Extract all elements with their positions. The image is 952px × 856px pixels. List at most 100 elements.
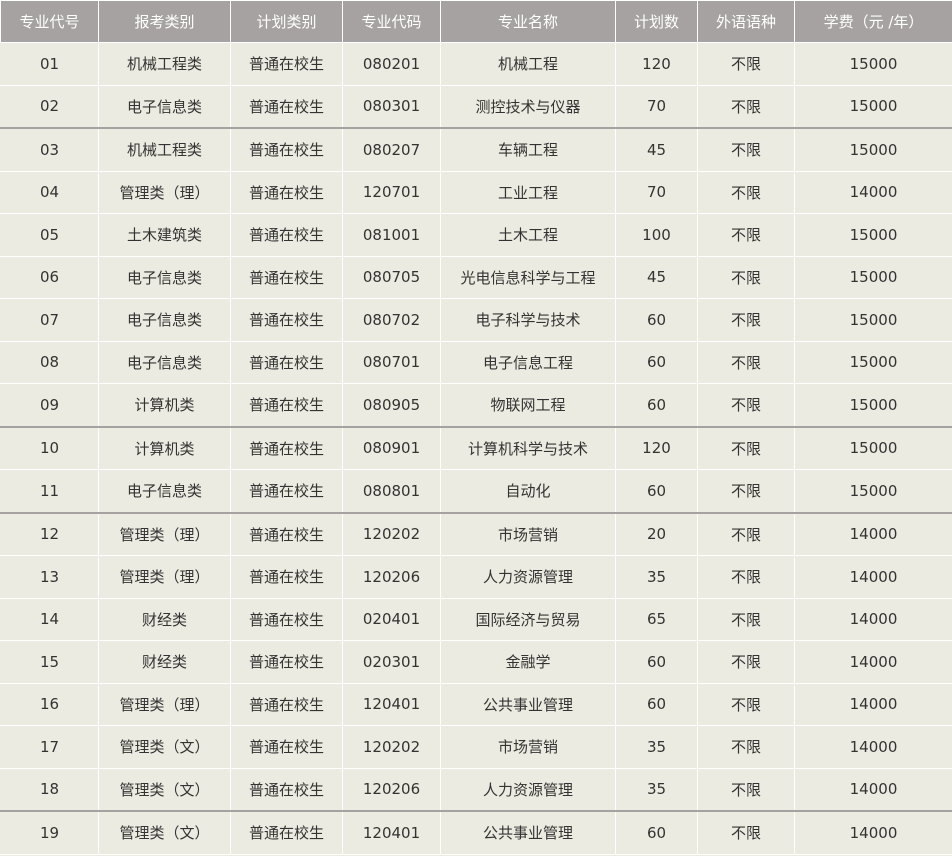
- table-row: 04 管理类（理） 普通在校生 120701 工业工程 70 不限 14000: [0, 170, 952, 214]
- cell-category: 财经类: [98, 640, 231, 684]
- cell-major-no: 17: [0, 725, 99, 769]
- cell-major-name: 光电信息科学与工程: [440, 255, 616, 299]
- cell-major-name: 人力资源管理: [440, 555, 616, 599]
- table-row: 13 管理类（理） 普通在校生 120206 人力资源管理 35 不限 14000: [0, 555, 952, 599]
- cell-language: 不限: [697, 127, 795, 172]
- cell-major-no: 04: [0, 170, 99, 214]
- cell-major-no: 03: [0, 127, 99, 172]
- cell-major-code: 080201: [342, 42, 441, 86]
- cell-category: 管理类（文）: [98, 725, 231, 769]
- cell-plan-type: 普通在校生: [230, 298, 343, 342]
- header-fee: 学费（元 /年）: [794, 0, 952, 43]
- cell-fee: 14000: [794, 725, 952, 769]
- cell-major-no: 05: [0, 213, 99, 257]
- cell-plan-type: 普通在校生: [230, 213, 343, 257]
- cell-category: 机械工程类: [98, 42, 231, 86]
- cell-language: 不限: [697, 383, 795, 427]
- cell-plan-type: 普通在校生: [230, 340, 343, 384]
- cell-plan-type: 普通在校生: [230, 425, 343, 470]
- cell-major-name: 人力资源管理: [440, 767, 616, 812]
- table-row: 02 电子信息类 普通在校生 080301 测控技术与仪器 70 不限 15000: [0, 84, 952, 129]
- cell-major-no: 18: [0, 767, 99, 812]
- header-plan-count: 计划数: [615, 0, 698, 43]
- cell-language: 不限: [697, 298, 795, 342]
- cell-major-name: 国际经济与贸易: [440, 597, 616, 641]
- cell-plan-type: 普通在校生: [230, 511, 343, 556]
- cell-major-name: 市场营销: [440, 511, 616, 556]
- cell-fee: 14000: [794, 682, 952, 726]
- cell-fee: 14000: [794, 555, 952, 599]
- cell-category: 计算机类: [98, 383, 231, 427]
- cell-plan-count: 120: [615, 42, 698, 86]
- cell-major-code: 080705: [342, 255, 441, 299]
- cell-plan-count: 35: [615, 725, 698, 769]
- cell-major-code: 080801: [342, 469, 441, 513]
- cell-plan-type: 普通在校生: [230, 767, 343, 812]
- cell-major-no: 08: [0, 340, 99, 384]
- cell-major-code: 081001: [342, 213, 441, 257]
- cell-language: 不限: [697, 170, 795, 214]
- cell-major-no: 07: [0, 298, 99, 342]
- cell-language: 不限: [697, 42, 795, 86]
- cell-plan-type: 普通在校生: [230, 555, 343, 599]
- enrollment-plan-table: 专业代号 报考类别 计划类别 专业代码 专业名称 计划数 外语语种 学费（元 /…: [0, 0, 952, 855]
- cell-language: 不限: [697, 597, 795, 641]
- cell-major-code: 120206: [342, 555, 441, 599]
- cell-plan-count: 60: [615, 340, 698, 384]
- cell-plan-type: 普通在校生: [230, 255, 343, 299]
- cell-category: 财经类: [98, 597, 231, 641]
- cell-major-code: 080207: [342, 127, 441, 172]
- cell-fee: 14000: [794, 597, 952, 641]
- cell-major-name: 测控技术与仪器: [440, 84, 616, 129]
- cell-major-name: 土木工程: [440, 213, 616, 257]
- table-row: 18 管理类（文） 普通在校生 120206 人力资源管理 35 不限 14000: [0, 767, 952, 812]
- cell-category: 机械工程类: [98, 127, 231, 172]
- table-row: 16 管理类（理） 普通在校生 120401 公共事业管理 60 不限 14000: [0, 682, 952, 726]
- cell-major-code: 120401: [342, 810, 441, 855]
- cell-fee: 15000: [794, 383, 952, 427]
- cell-category: 电子信息类: [98, 84, 231, 129]
- cell-major-name: 自动化: [440, 469, 616, 513]
- table-row: 09 计算机类 普通在校生 080905 物联网工程 60 不限 15000: [0, 383, 952, 427]
- cell-language: 不限: [697, 340, 795, 384]
- cell-fee: 15000: [794, 213, 952, 257]
- cell-major-name: 机械工程: [440, 42, 616, 86]
- cell-major-no: 13: [0, 555, 99, 599]
- cell-major-name: 金融学: [440, 640, 616, 684]
- cell-major-code: 020401: [342, 597, 441, 641]
- header-category: 报考类别: [98, 0, 231, 43]
- table-row: 12 管理类（理） 普通在校生 120202 市场营销 20 不限 14000: [0, 511, 952, 556]
- cell-plan-count: 120: [615, 425, 698, 470]
- cell-category: 管理类（理）: [98, 682, 231, 726]
- cell-language: 不限: [697, 810, 795, 855]
- cell-plan-count: 60: [615, 682, 698, 726]
- cell-major-no: 02: [0, 84, 99, 129]
- cell-major-no: 14: [0, 597, 99, 641]
- header-major-name: 专业名称: [440, 0, 616, 43]
- cell-plan-count: 60: [615, 810, 698, 855]
- cell-language: 不限: [697, 725, 795, 769]
- cell-fee: 15000: [794, 42, 952, 86]
- cell-plan-count: 60: [615, 383, 698, 427]
- cell-fee: 15000: [794, 84, 952, 129]
- table-header: 专业代号 报考类别 计划类别 专业代码 专业名称 计划数 外语语种 学费（元 /…: [0, 0, 952, 43]
- cell-category: 电子信息类: [98, 255, 231, 299]
- cell-plan-count: 35: [615, 555, 698, 599]
- table-row: 03 机械工程类 普通在校生 080207 车辆工程 45 不限 15000: [0, 127, 952, 172]
- header-plan-type: 计划类别: [230, 0, 343, 43]
- cell-plan-type: 普通在校生: [230, 84, 343, 129]
- cell-major-name: 公共事业管理: [440, 682, 616, 726]
- cell-plan-type: 普通在校生: [230, 640, 343, 684]
- cell-major-name: 电子信息工程: [440, 340, 616, 384]
- cell-language: 不限: [697, 469, 795, 513]
- table-row: 06 电子信息类 普通在校生 080705 光电信息科学与工程 45 不限 15000: [0, 255, 952, 299]
- table-row: 10 计算机类 普通在校生 080901 计算机科学与技术 120 不限 15000: [0, 425, 952, 470]
- cell-fee: 14000: [794, 767, 952, 812]
- cell-language: 不限: [697, 425, 795, 470]
- cell-major-code: 080301: [342, 84, 441, 129]
- cell-language: 不限: [697, 84, 795, 129]
- table-row: 07 电子信息类 普通在校生 080702 电子科学与技术 60 不限 15000: [0, 298, 952, 342]
- cell-fee: 15000: [794, 127, 952, 172]
- cell-major-name: 车辆工程: [440, 127, 616, 172]
- cell-category: 管理类（文）: [98, 810, 231, 855]
